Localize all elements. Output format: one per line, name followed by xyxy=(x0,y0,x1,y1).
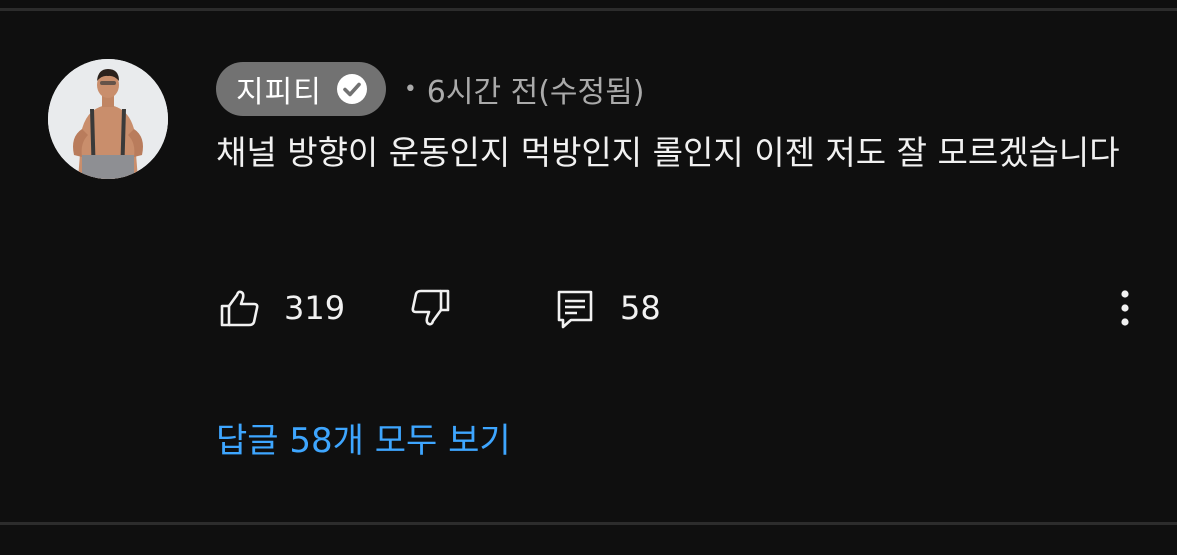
verified-check-icon xyxy=(336,74,367,104)
comment-thread: 지피티 • 6시간 전(수정됨) 채널 방향이 운동인지 먹방인지 롤인지 이젠… xyxy=(0,0,1177,555)
comment-icon xyxy=(557,290,593,329)
comment-actions: 319 58 xyxy=(216,280,1136,336)
view-replies-link[interactable]: 답글 58개 모두 보기 xyxy=(216,413,511,462)
thumbs-down-icon xyxy=(411,289,450,326)
thumbs-up-icon xyxy=(220,290,259,327)
top-divider xyxy=(0,8,1177,11)
comment-timestamp[interactable]: 6시간 전(수정됨) xyxy=(427,67,645,111)
more-vertical-icon xyxy=(1121,290,1129,326)
like-button[interactable]: 319 xyxy=(218,280,345,336)
avatar[interactable] xyxy=(48,59,168,179)
comment-header: 지피티 • 6시간 전(수정됨) xyxy=(216,62,644,116)
author-name: 지피티 xyxy=(236,75,322,110)
author-chip[interactable]: 지피티 xyxy=(216,62,386,116)
bottom-divider xyxy=(0,522,1177,525)
dislike-button[interactable] xyxy=(410,280,452,336)
like-count: 319 xyxy=(284,289,346,327)
reply-button[interactable]: 58 xyxy=(554,280,661,336)
more-actions-button[interactable] xyxy=(1112,280,1138,336)
meta-separator: • xyxy=(403,76,417,102)
reply-count: 58 xyxy=(620,289,661,327)
comment-body: 채널 방향이 운동인지 먹방인지 롤인지 이젠 저도 잘 모르겠습니다 xyxy=(216,133,1120,172)
